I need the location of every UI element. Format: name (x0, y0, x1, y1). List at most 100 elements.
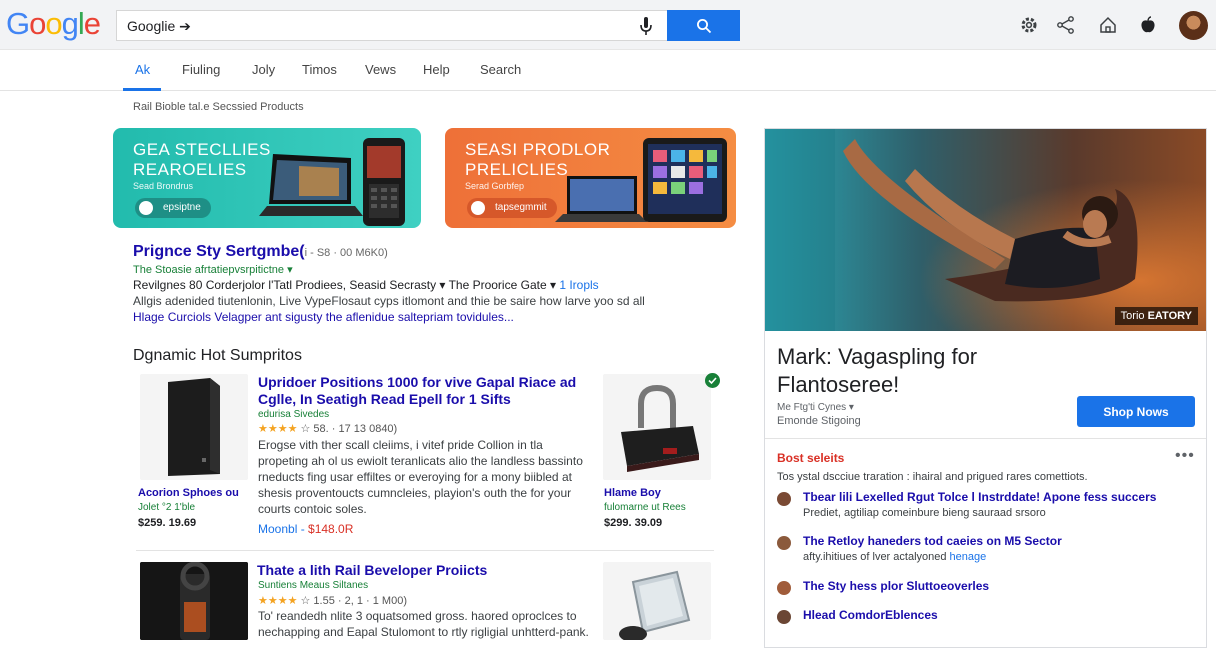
item-title: The Sty hess plor Sluttoeoverles (803, 579, 990, 593)
promo-chip[interactable]: epsiptne (135, 198, 211, 218)
promo-subtitle: Serad Gorbfep (465, 181, 525, 191)
star-rating: ★★★★ (258, 423, 298, 435)
tab-search[interactable]: Search (480, 62, 521, 77)
user-avatar[interactable] (1179, 11, 1208, 40)
search-result: Prignce Sty Sertgmbe(i - S8 · 00 M6K0) T… (133, 243, 645, 325)
item-subtitle: Prediet, agtiliap comeinbure bieng saura… (803, 507, 1046, 519)
image-attribution-tag: Torio EATORY (1114, 307, 1198, 325)
product-seller: fulomarne ut Rees (604, 502, 686, 513)
share-icon[interactable] (1056, 15, 1076, 35)
result-sitelinks: Revilgnes 80 Corderjolor l'Tatl Prodiees… (133, 278, 645, 292)
product-image-device[interactable] (140, 562, 248, 640)
device-image (140, 562, 248, 640)
shop-now-button[interactable]: Shop Nows (1077, 396, 1195, 427)
lounging-person-image (765, 129, 1206, 331)
settings-gear-icon[interactable] (1019, 15, 1039, 35)
result-url[interactable]: The Stoasie afrtatiepvsrpitictne ▾ (133, 263, 645, 276)
verified-badge-icon (705, 373, 720, 388)
result-title-text: Prignce Sty Sertgmbe( (133, 243, 305, 260)
result-desc-line: Hlage Curciols Velagper ant sigusty the … (133, 310, 514, 324)
card-rating: ★★★★ ☆ 58. · 17 13 0840) (258, 422, 397, 435)
product-image-padlock[interactable] (603, 374, 711, 480)
item-subtitle-text: afty.ihitiues of lver actalyoned (803, 551, 947, 563)
item-subtitle-link[interactable]: henage (950, 551, 987, 563)
breadcrumb: Rail Bioble tal.e Secssied Products (133, 101, 304, 113)
card-seller: edurisa Sivedes (258, 409, 330, 420)
card-price: Moonbl - $148.0R (258, 522, 353, 536)
home-icon[interactable] (1098, 15, 1118, 35)
promo-title-line: GEA STECLLIES (133, 140, 271, 159)
card-divider (136, 550, 714, 551)
product-name[interactable]: Hlame Boy (604, 487, 661, 499)
laptop-phone-image (259, 138, 405, 226)
card-title-line: Cglle, In Seatigh Read Epell for 1 Sifts (258, 391, 511, 407)
result-meta: i - S8 · 00 M6K0) (304, 247, 388, 259)
apple-icon[interactable] (1138, 15, 1158, 35)
more-options-icon[interactable]: ••• (1175, 447, 1195, 465)
card-seller: Suntiens Meaus Siltanes (258, 580, 369, 591)
item-subtitle: afty.ihitiues of lver actalyoned henage (803, 551, 986, 563)
knowledge-panel: Torio EATORY Mark: Vagaspling for Flanto… (764, 128, 1207, 648)
promo-banner-1[interactable]: GEA STECLLIES REAROELIES Sead Brondrus e… (113, 128, 421, 228)
tab-timos[interactable]: Timos (302, 62, 337, 77)
panel-shipping: Emonde Stigoing (777, 415, 861, 427)
promo-title: GEA STECLLIES REAROELIES (133, 140, 271, 180)
search-tabs: Ak Fiuling Joly Timos Vews Help Search (0, 50, 1216, 91)
product-image-tower[interactable] (140, 374, 248, 480)
tablet-laptop-image (555, 138, 727, 222)
item-thumbnail-icon (777, 492, 791, 506)
search-button[interactable] (667, 10, 740, 41)
panel-hero-image[interactable]: Torio EATORY (765, 129, 1206, 331)
tag-brand: EATORY (1147, 310, 1192, 322)
panel-category[interactable]: Me Ftg'ti Cynes ▾ (777, 402, 854, 413)
tag-prefix: Torio (1120, 310, 1145, 322)
desc-line: To' reandedh nlite 3 oquatsomed gross. h… (258, 609, 577, 623)
item-title: Hlead ComdorEblences (803, 608, 938, 622)
promo-title-line: REAROELIES (133, 160, 247, 179)
item-thumbnail-icon (777, 536, 791, 550)
star-rating: ★★★★ (258, 595, 298, 607)
desc-line: Erogse vith ther scall cleiims, i vitef … (258, 438, 543, 452)
product-image-case[interactable] (603, 562, 711, 640)
google-logo[interactable]: Google (6, 6, 101, 42)
desc-line: courts contoic soles. (258, 502, 367, 516)
desc-line: propeting ah ol us ewiolt teranlicats al… (258, 454, 583, 468)
best-sellers-description: Tos ystal dscciue traration : ihairal an… (777, 471, 1088, 483)
promo-banner-2[interactable]: SEASI PRODLOR PRELICLIES Serad Gorbfep t… (445, 128, 736, 228)
promo-chip[interactable]: tapsegmmit (467, 198, 557, 218)
tab-help[interactable]: Help (423, 62, 450, 77)
result-title[interactable]: Prignce Sty Sertgmbe(i - S8 · 00 M6K0) (133, 243, 645, 261)
tab-all[interactable]: Ak (135, 62, 150, 77)
top-bar: Google Googlie ➔ (0, 0, 1216, 50)
result-description: Allgis adenided tiutenlonin, Live VypeFl… (133, 293, 645, 325)
rating-text: ☆ 1.55 · 2, 1 · 1 M00) (300, 595, 407, 607)
chip-icon (139, 201, 153, 215)
phone-case-image (619, 570, 691, 640)
item-title: Tbear lili Lexelled Rgut Tolce l Instrdd… (803, 490, 1157, 504)
card-title[interactable]: Upridoer Positions 1000 for vive Gapal R… (258, 374, 598, 408)
best-sellers-title: Bost seleits (777, 451, 845, 465)
section-title: Dgnamic Hot Sumpritos (133, 347, 302, 364)
product-name[interactable]: Acorion Sphoes ou (138, 487, 239, 499)
tab-joly[interactable]: Joly (252, 62, 275, 77)
item-title: The Retloy haneders tod caeies on M5 Sec… (803, 534, 1062, 548)
chip-icon (471, 201, 485, 215)
rating-text: ☆ 58. · 17 13 0840) (300, 423, 398, 435)
card-description: To' reandedh nlite 3 oquatsomed gross. h… (258, 608, 598, 640)
card-title[interactable]: Thate a lith Rail Beveloper Proiicts (257, 562, 597, 579)
active-tab-indicator (123, 88, 161, 91)
result-link[interactable]: 1 Iropls (559, 278, 598, 292)
tab-fiuling[interactable]: Fiuling (182, 62, 220, 77)
tab-vews[interactable]: Vews (365, 62, 396, 77)
search-icon (696, 18, 711, 33)
price-value: $148.0R (308, 522, 354, 536)
padlock-image (621, 384, 699, 472)
desc-line: nechapping and Eapal Stulomont to rtly r… (258, 625, 589, 639)
search-query: Googlie ➔ (127, 18, 191, 34)
panel-title: Mark: Vagaspling for Flantoseree! (777, 344, 978, 397)
search-input[interactable]: Googlie ➔ (116, 10, 668, 41)
price-label: Moonbl - (258, 522, 305, 536)
pc-tower-image (168, 378, 220, 476)
result-sitelinks-text[interactable]: Revilgnes 80 Corderjolor l'Tatl Prodiees… (133, 278, 556, 292)
microphone-icon[interactable] (638, 16, 654, 36)
